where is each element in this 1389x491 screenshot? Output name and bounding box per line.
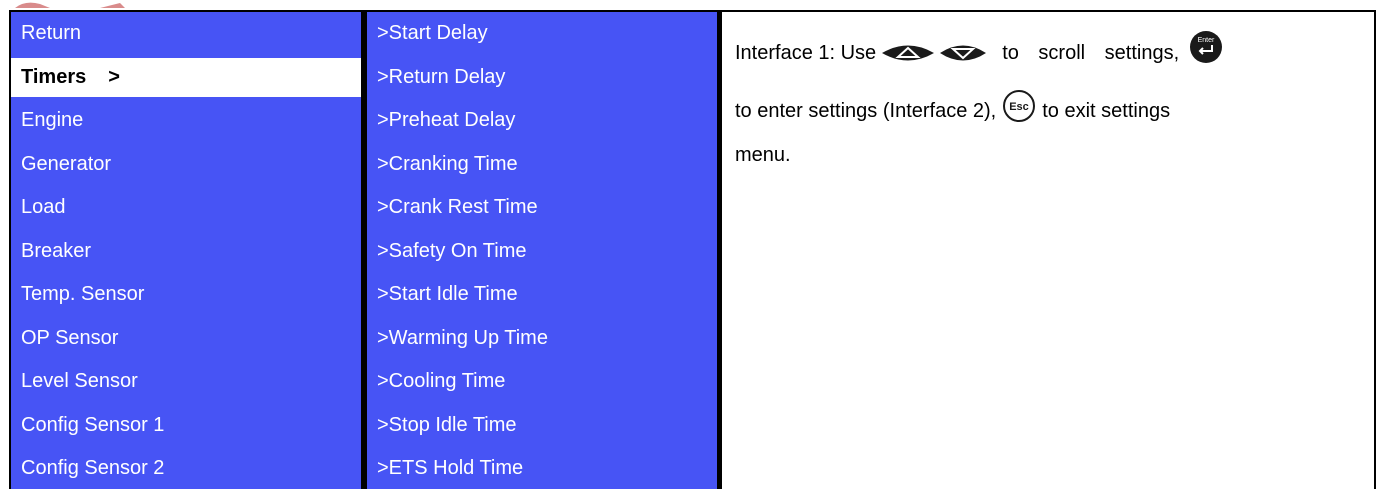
submenu-item[interactable]: >Stop Idle Time — [367, 404, 717, 448]
menu-item-label: Engine — [21, 109, 84, 132]
submenu-item[interactable]: >Crank Rest Time — [367, 186, 717, 230]
down-arrow-key-icon — [940, 45, 987, 61]
menu-item-label: Load — [21, 196, 66, 219]
submenu-item[interactable]: >Warming Up Time — [367, 317, 717, 361]
submenu-item-label: >Safety On Time — [377, 239, 527, 262]
menu-item-arrow: > — [108, 65, 120, 88]
svg-text:Esc: Esc — [1009, 101, 1029, 113]
timers-submenu: >Start Delay >Return Delay >Preheat Delay >… — [367, 12, 717, 489]
submenu-item[interactable]: >Return Delay — [367, 56, 717, 100]
menu-item-config-sensor-2[interactable]: Config Sensor 2 — [11, 449, 361, 489]
menu-item-level-sensor[interactable]: Level Sensor — [11, 362, 361, 402]
menu-item-engine[interactable]: Engine — [11, 101, 361, 141]
submenu-item-label: >Return Delay — [377, 65, 506, 88]
menu-item-temp-sensor[interactable]: Temp. Sensor — [11, 275, 361, 315]
menu-item-label: OP Sensor — [21, 326, 119, 349]
top-decoration — [15, 2, 125, 8]
submenu-item-label: >Preheat Delay — [377, 109, 516, 132]
up-arrow-key-icon — [882, 45, 935, 61]
instruction-line-3: menu. — [735, 140, 1363, 170]
submenu-item[interactable]: >Start Idle Time — [367, 273, 717, 317]
submenu-item[interactable]: >ETS Hold Time — [367, 447, 717, 491]
instructions-panel: Interface 1: Use to scroll settings, Ent… — [722, 12, 1374, 489]
esc-key-icon: Esc — [1003, 90, 1036, 122]
menu-item-label: Generator — [21, 152, 112, 175]
menu-item-load[interactable]: Load — [11, 188, 361, 228]
submenu-item[interactable]: >Safety On Time — [367, 230, 717, 274]
instruction-text-3: menu. — [735, 144, 791, 166]
menu-item-label: Timers — [21, 65, 87, 88]
enter-key-icon: Enter — [1190, 31, 1223, 63]
submenu-item-label: >Cooling Time — [377, 370, 506, 393]
submenu-item[interactable]: >Cranking Time — [367, 143, 717, 187]
menu-item-label: Config Sensor 2 — [21, 457, 165, 480]
submenu-item-label: >Crank Rest Time — [377, 196, 538, 219]
instruction-line-1: Interface 1: Use to scroll settings, Ent… — [735, 24, 1363, 82]
submenu-item-label: >ETS Hold Time — [377, 457, 524, 480]
menu-item-label: Breaker — [21, 239, 92, 262]
menu-item-label: Return — [21, 22, 82, 45]
submenu-item-label: >Start Idle Time — [377, 283, 518, 306]
submenu-item[interactable]: >Cooling Time — [367, 360, 717, 404]
instruction-text-1b: to scroll settings, — [1002, 42, 1180, 64]
menu-item-return[interactable]: Return — [11, 14, 361, 54]
instructions-text: Interface 1: Use to scroll settings, Ent… — [735, 24, 1363, 170]
instruction-text-1a: Interface 1: Use — [735, 42, 877, 64]
menu-item-label: Level Sensor — [21, 370, 138, 393]
menu-item-op-sensor[interactable]: OP Sensor — [11, 319, 361, 359]
submenu-item[interactable]: >Preheat Delay — [367, 99, 717, 143]
submenu-item-label: >Cranking Time — [377, 152, 518, 175]
instruction-line-2: to enter settings (Interface 2), Esc to … — [735, 82, 1363, 140]
instruction-text-2b: to exit settings — [1042, 100, 1171, 122]
menu-item-label: Config Sensor 1 — [21, 413, 165, 436]
settings-menu: Return Timers > Engine Generator Load Breaker T… — [11, 12, 361, 489]
svg-text:Enter: Enter — [1198, 37, 1215, 44]
submenu-item-label: >Stop Idle Time — [377, 413, 517, 436]
submenu-item-label: >Start Delay — [377, 22, 488, 45]
submenu-item-label: >Warming Up Time — [377, 326, 548, 349]
instruction-text-2a: to enter settings (Interface 2), — [735, 100, 997, 122]
menu-item-label: Temp. Sensor — [21, 283, 145, 306]
menu-item-timers[interactable]: Timers > — [11, 57, 361, 97]
submenu-item[interactable]: >Start Delay — [367, 12, 717, 56]
menu-item-config-sensor-1[interactable]: Config Sensor 1 — [11, 406, 361, 446]
menu-item-generator[interactable]: Generator — [11, 145, 361, 185]
menu-item-breaker[interactable]: Breaker — [11, 232, 361, 272]
